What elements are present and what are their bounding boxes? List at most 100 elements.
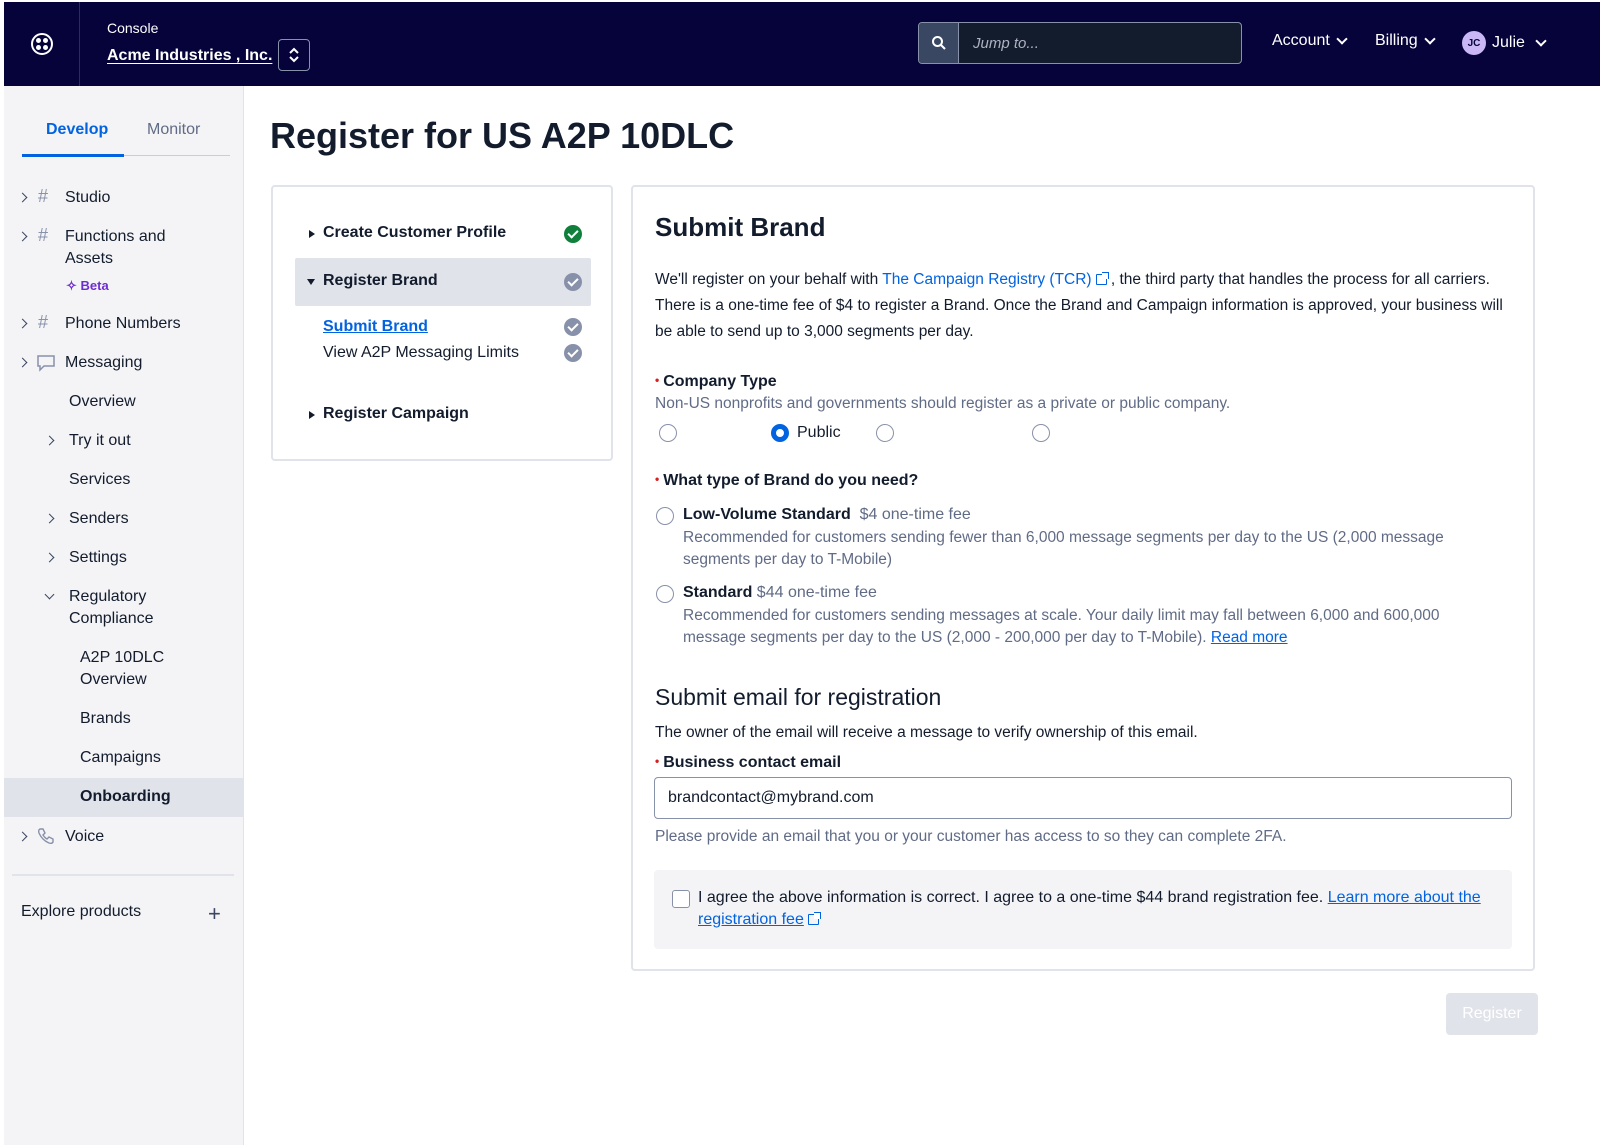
caret-right-icon[interactable] [309,411,315,419]
email-section-help: The owner of the email will receive a me… [655,724,1198,741]
intro-paragraph: We'll register on your behalf with The C… [655,267,1515,345]
card-title: Submit Brand [655,212,826,242]
chat-bubble-icon [37,355,55,372]
sidebar-item-messaging[interactable]: Messaging [65,352,142,374]
beta-badge: ✧ Beta [66,278,109,294]
sidebar-item-senders[interactable]: Senders [69,508,129,530]
account-name-link[interactable]: Acme Industries , Inc. [107,47,272,65]
register-button[interactable]: Register [1446,993,1538,1035]
check-circle-icon [564,273,582,291]
sidebar-item-overview[interactable]: Overview [69,391,136,413]
top-bar: Console Acme Industries , Inc. Account B… [4,2,1600,86]
console-label: Console [107,20,159,36]
caret-right-icon[interactable] [309,230,315,238]
intro-text-before: We'll register on your behalf with [655,271,883,288]
search-icon [931,36,946,50]
chevron-down-icon[interactable] [44,589,55,600]
chevron-right-icon[interactable] [17,192,28,203]
sidebar-tabs: Develop Monitor [22,106,230,157]
step-create-customer-profile[interactable]: Create Customer Profile [323,224,661,242]
brand-type-radio-standard[interactable] [656,585,674,603]
company-type-radio-1[interactable] [659,424,677,442]
search-input[interactable] [959,23,1241,63]
account-menu[interactable]: Account [1272,32,1348,50]
sidebar-item-campaigns[interactable]: Campaigns [80,747,161,769]
low-volume-title: Low-Volume Standard [683,506,851,523]
sidebar-divider [12,874,234,876]
chevron-right-icon[interactable] [17,357,28,368]
sidebar-item-regulatory[interactable]: Regulatory [69,586,146,608]
read-more-link[interactable]: Read more [1211,629,1288,646]
agree-text-block: I agree the above information is correct… [698,887,1488,931]
sidebar-item-functions[interactable]: Functions and [65,226,166,248]
user-menu[interactable]: JC Julie [1462,31,1547,55]
low-volume-option[interactable]: Low-Volume Standard $4 one-time fee [683,506,971,524]
external-link-icon [1095,272,1109,285]
email-label-text: Business contact email [663,754,842,771]
sidebar-item-a2p-overview[interactable]: A2P 10DLC [80,647,164,669]
phone-icon [37,828,54,845]
hash-icon: # [38,312,49,332]
standard-option[interactable]: Standard $44 one-time fee [683,584,877,602]
sidebar-item-studio[interactable]: Studio [65,187,110,209]
agree-checkbox[interactable] [672,890,690,908]
step-register-brand[interactable]: Register Brand [323,272,661,290]
required-marker: • [655,472,660,486]
billing-menu-label: Billing [1375,32,1418,49]
tcr-link[interactable]: The Campaign Registry (TCR) [882,271,1091,288]
chevron-down-icon [1424,33,1436,45]
chevron-down-icon [1535,35,1547,47]
tab-monitor[interactable]: Monitor [147,121,200,139]
sidebar-item-try-it-out[interactable]: Try it out [69,430,131,452]
app-root: Console Acme Industries , Inc. Account B… [0,0,1600,1145]
low-volume-fee: $4 one-time fee [859,506,971,523]
low-volume-desc: Recommended for customers sending fewer … [683,529,1444,568]
required-marker: • [655,754,660,768]
sidebar: Develop Monitor # Studio # Functions and… [4,86,244,1145]
logo-icon [30,33,53,55]
company-type-label-text: Company Type [663,373,777,390]
sidebar-item-onboarding[interactable]: Onboarding [80,786,171,808]
standard-desc: Recommended for customers sending messag… [683,607,1440,646]
search-button[interactable] [919,23,959,63]
sidebar-item-functions-line2[interactable]: Assets [65,248,113,270]
company-type-radio-3[interactable] [876,424,894,442]
standard-desc-block: Recommended for customers sending messag… [683,605,1503,649]
company-type-public-label[interactable]: Public [797,424,841,442]
check-circle-icon [564,344,582,362]
sidebar-item-phone-numbers[interactable]: Phone Numbers [65,313,181,335]
company-type-radio-public[interactable] [771,424,789,442]
chevron-right-icon[interactable] [44,513,55,524]
chevron-right-icon[interactable] [44,552,55,563]
company-type-radio-4[interactable] [1032,424,1050,442]
step-register-campaign[interactable]: Register Campaign [323,405,661,423]
sidebar-item-settings[interactable]: Settings [69,547,127,569]
sidebar-item-regulatory-line2[interactable]: Compliance [69,608,153,630]
plus-icon[interactable]: + [208,903,221,925]
step-submit-brand[interactable]: Submit Brand [323,318,428,336]
sidebar-item-services[interactable]: Services [69,469,130,491]
agreement-box: I agree the above information is correct… [654,870,1512,949]
billing-menu[interactable]: Billing [1375,32,1436,50]
business-email-input[interactable] [654,777,1512,819]
chevron-right-icon[interactable] [17,831,28,842]
chevron-right-icon[interactable] [17,231,28,242]
standard-fee: $44 one-time fee [756,584,877,601]
sidebar-item-a2p-overview-line2[interactable]: Overview [80,669,147,691]
hash-icon: # [38,186,49,206]
step-view-limits[interactable]: View A2P Messaging Limits [323,344,661,362]
sidebar-item-voice[interactable]: Voice [65,826,104,848]
hash-icon: # [38,225,49,245]
submit-brand-card: Submit Brand We'll register on your beha… [631,185,1535,971]
account-switcher-button[interactable] [278,39,310,71]
brand-type-label: • What type of Brand do you need? [655,472,918,490]
caret-down-icon[interactable] [307,279,315,285]
twilio-logo[interactable] [4,2,80,86]
tab-develop[interactable]: Develop [46,121,108,139]
brand-type-radio-low-volume[interactable] [656,507,674,525]
sidebar-item-brands[interactable]: Brands [80,708,131,730]
chevron-right-icon[interactable] [17,318,28,329]
explore-products-link[interactable]: Explore products [21,901,141,923]
chevron-right-icon[interactable] [44,435,55,446]
jump-to-search [918,22,1242,64]
